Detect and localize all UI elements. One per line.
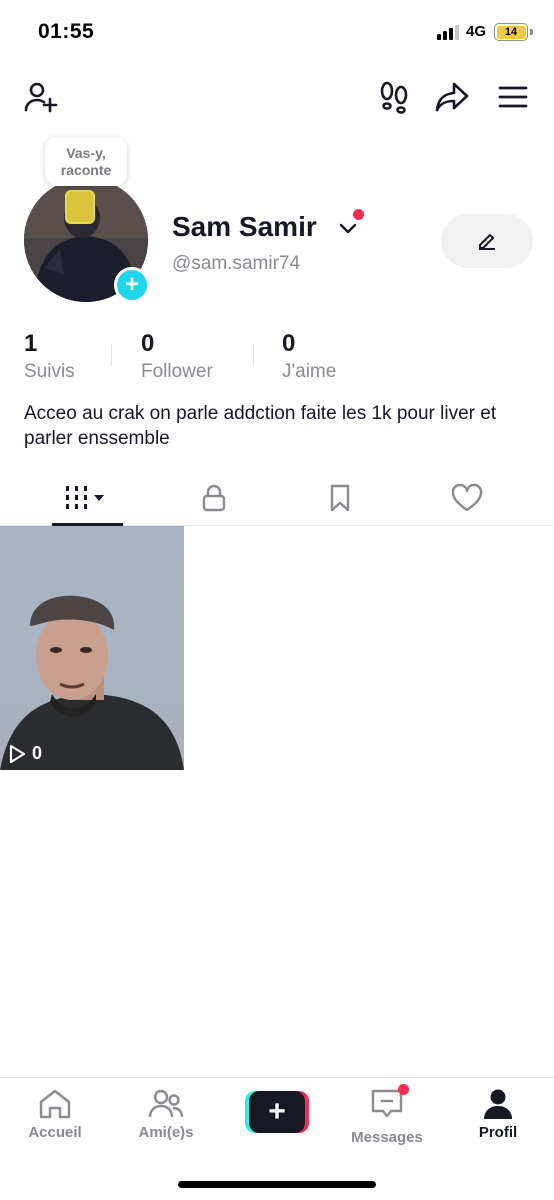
- plus-icon: +: [249, 1091, 305, 1133]
- create-button[interactable]: +: [245, 1091, 309, 1133]
- status-time: 01:55: [38, 20, 95, 43]
- add-friend-icon[interactable]: [22, 79, 58, 115]
- video-thumbnail[interactable]: 0: [0, 526, 184, 770]
- stat-followers[interactable]: 0 Follower: [141, 330, 213, 383]
- share-icon[interactable]: [434, 79, 470, 115]
- avatar[interactable]: +: [24, 178, 150, 303]
- status-bar: 01:55 4G 14: [0, 0, 554, 66]
- stat-divider: [111, 344, 112, 366]
- menu-icon[interactable]: [495, 79, 531, 115]
- nav-profile[interactable]: Profil: [448, 1088, 548, 1141]
- stat-likes[interactable]: 0 J'aime: [282, 330, 336, 383]
- stat-following[interactable]: 1 Suivis: [24, 330, 75, 383]
- nav-friends[interactable]: Ami(e)s: [116, 1088, 216, 1141]
- pencil-icon: [479, 234, 495, 250]
- tab-videos[interactable]: [42, 470, 132, 526]
- battery-icon: 14: [494, 23, 528, 41]
- tab-liked[interactable]: [422, 470, 512, 526]
- stat-value: 0: [282, 330, 296, 357]
- stat-value: 0: [141, 330, 155, 357]
- nav-label: Messages: [351, 1129, 423, 1146]
- stat-divider: [253, 344, 254, 366]
- video-view-count: 0: [32, 743, 43, 763]
- snapchat-badge: [65, 190, 95, 224]
- nav-messages[interactable]: Messages: [337, 1084, 437, 1146]
- battery-level: 14: [496, 25, 526, 39]
- username: @sam.samir74: [172, 253, 301, 274]
- friends-icon: [148, 1089, 184, 1118]
- heart-icon: [451, 483, 483, 512]
- battery-cap: [530, 29, 533, 35]
- note-bubble-line2: raconte: [60, 161, 112, 178]
- home-icon: [39, 1089, 71, 1119]
- stat-label: J'aime: [282, 361, 337, 382]
- nav-home[interactable]: Accueil: [5, 1088, 105, 1141]
- profile-bio: Acceo au crak on parle addction faite le…: [24, 403, 497, 449]
- home-indicator: [178, 1181, 376, 1188]
- signal-icon: [437, 24, 459, 40]
- footprints-icon[interactable]: [376, 79, 412, 115]
- note-bubble[interactable]: Vas-y, raconte: [45, 137, 127, 186]
- top-nav: [0, 66, 554, 128]
- note-bubble-line1: Vas-y,: [66, 144, 106, 161]
- account-switch-chevron-icon[interactable]: [338, 218, 358, 238]
- stat-label: Suivis: [24, 361, 75, 382]
- video-views: 0: [8, 743, 42, 764]
- nav-label: Profil: [478, 1124, 518, 1141]
- display-name: Sam Samir: [172, 211, 317, 242]
- stat-value: 1: [24, 330, 38, 357]
- nav-label: Ami(e)s: [138, 1124, 194, 1141]
- tab-private[interactable]: [169, 470, 259, 526]
- bookmark-icon: [330, 484, 350, 512]
- stat-label: Follower: [141, 361, 213, 382]
- network-type: 4G: [466, 23, 487, 40]
- notification-dot: [353, 209, 364, 220]
- edit-profile-button[interactable]: [441, 214, 533, 268]
- lock-icon: [202, 484, 226, 512]
- add-story-button[interactable]: +: [114, 267, 150, 303]
- tab-saved[interactable]: [295, 470, 385, 526]
- videos-grid-icon: [66, 486, 104, 509]
- video-thumbnail-image: [0, 595, 184, 770]
- nav-label: Accueil: [28, 1124, 82, 1141]
- play-icon: [9, 744, 26, 763]
- messages-notification-dot: [398, 1084, 409, 1095]
- profile-tabs: [0, 470, 554, 526]
- profile-icon: [484, 1089, 512, 1119]
